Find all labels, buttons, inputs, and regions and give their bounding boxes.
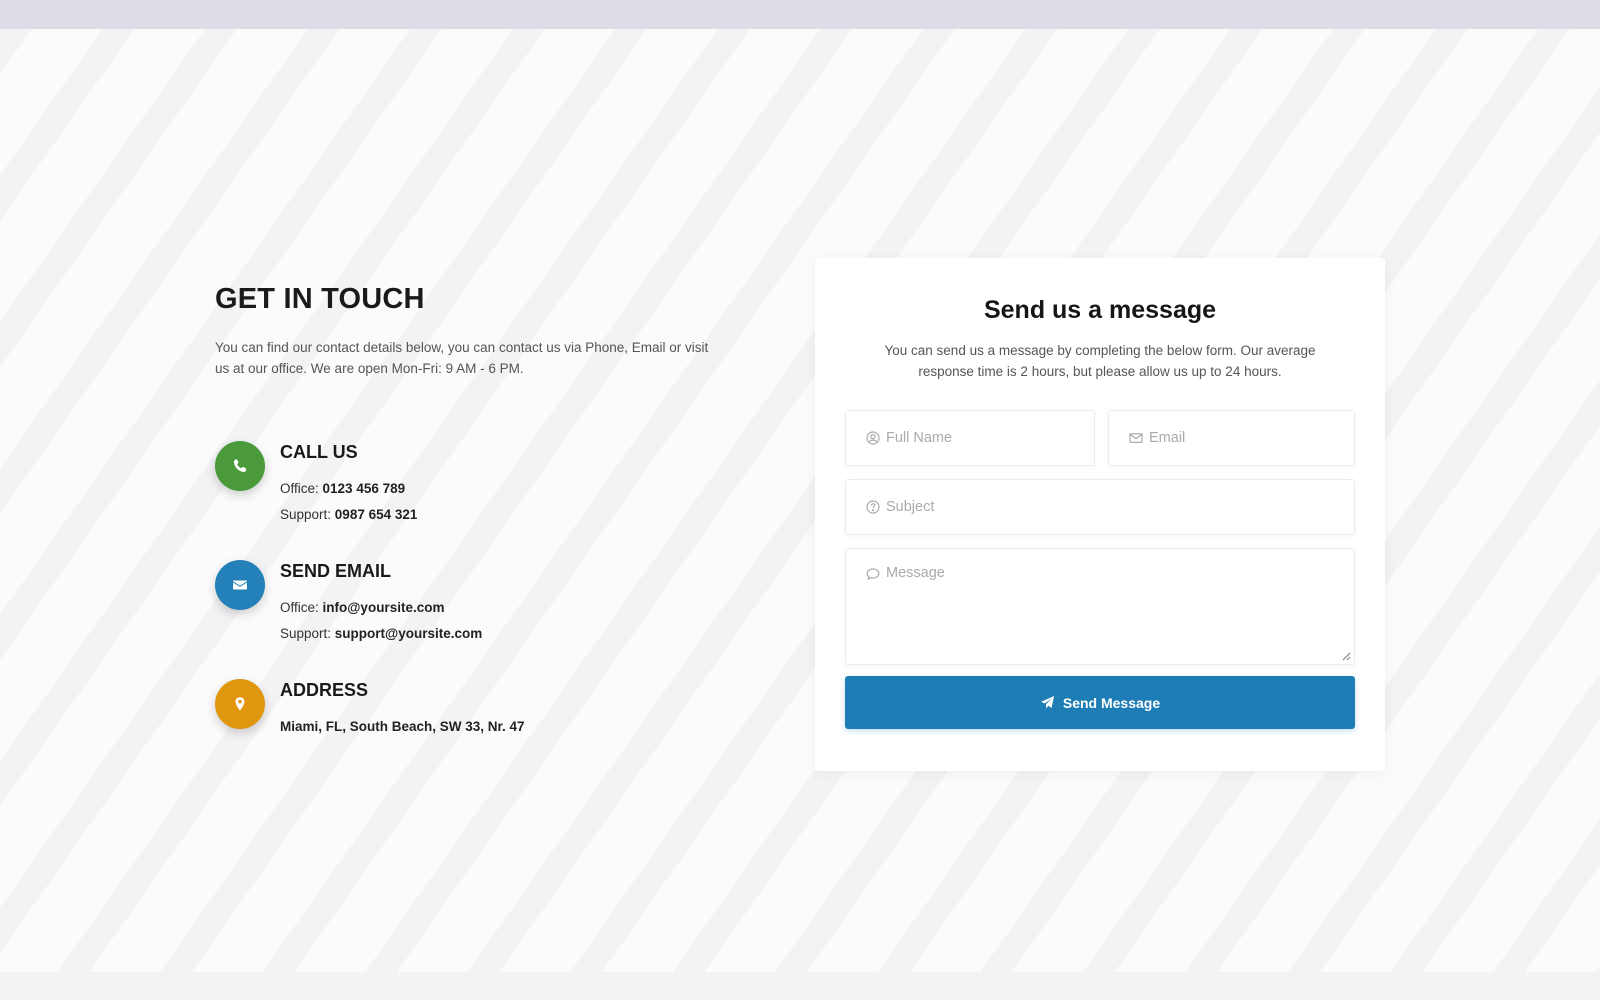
support-phone-value[interactable]: 0987 654 321: [335, 507, 418, 522]
question-circle-icon: [866, 500, 880, 514]
contact-item-title: SEND EMAIL: [280, 561, 392, 581]
comment-icon: [866, 567, 880, 581]
phone-icon: [215, 441, 265, 491]
contact-intro: You can find our contact details below, …: [215, 339, 709, 376]
map-pin-icon: [215, 679, 265, 729]
subject-field[interactable]: [845, 479, 1355, 535]
envelope-icon: [215, 560, 265, 610]
full-name-field[interactable]: [845, 410, 1095, 466]
contact-item-title: ADDRESS: [280, 680, 369, 700]
top-bar: [0, 0, 1600, 29]
contact-item-title: CALL US: [280, 442, 358, 462]
email-field[interactable]: [1108, 410, 1355, 466]
office-email: Office: info@yoursite.com: [280, 600, 444, 615]
message-field[interactable]: [845, 548, 1355, 665]
bottom-bar: [0, 972, 1600, 1000]
support-phone-label: Support:: [280, 507, 335, 522]
send-message-button[interactable]: Send Message: [845, 676, 1355, 729]
office-phone: Office: 0123 456 789: [280, 481, 405, 496]
office-email-value[interactable]: info@yoursite.com: [323, 600, 445, 615]
office-phone-label: Office:: [280, 481, 323, 496]
send-message-label: Send Message: [1062, 694, 1161, 711]
paper-plane-icon: [1040, 695, 1054, 709]
email-input[interactable]: [1149, 430, 1354, 446]
message-textarea[interactable]: [886, 565, 1354, 645]
support-email-label: Support:: [280, 626, 335, 641]
message-form-card: Send us a message You can send us a mess…: [815, 258, 1385, 771]
full-name-input[interactable]: [886, 430, 1094, 446]
support-email-value[interactable]: support@yoursite.com: [335, 626, 482, 641]
envelope-outline-icon: [1129, 431, 1143, 445]
form-title: Send us a message: [983, 296, 1217, 324]
user-circle-icon: [866, 431, 880, 445]
address-value: Miami, FL, South Beach, SW 33, Nr. 47: [280, 719, 525, 734]
address-line: Miami, FL, South Beach, SW 33, Nr. 47: [280, 719, 525, 734]
support-email: Support: support@yoursite.com: [280, 626, 482, 641]
contact-section: GET IN TOUCH You can find our contact de…: [0, 29, 1600, 972]
support-phone: Support: 0987 654 321: [280, 507, 417, 522]
form-description: You can send us a message by completing …: [884, 343, 1316, 379]
contact-info: GET IN TOUCH You can find our contact de…: [215, 282, 715, 734]
office-email-label: Office:: [280, 600, 323, 615]
office-phone-value[interactable]: 0123 456 789: [323, 481, 406, 496]
resize-handle[interactable]: [1342, 652, 1351, 661]
contact-heading: GET IN TOUCH: [215, 283, 425, 315]
subject-input[interactable]: [886, 499, 1354, 515]
